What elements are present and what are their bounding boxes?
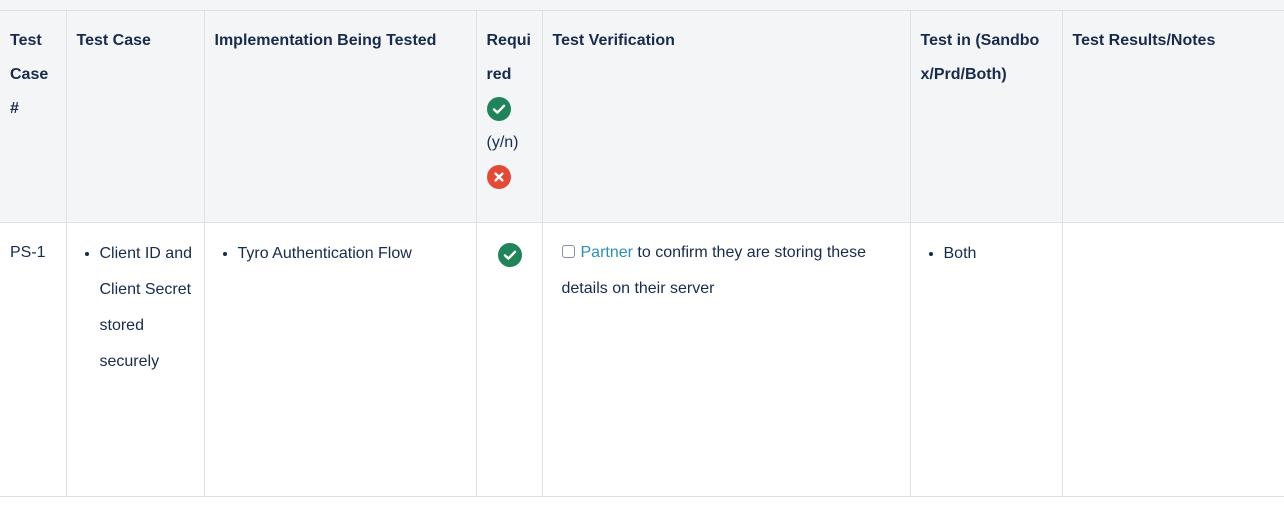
cell-results bbox=[1061, 222, 1284, 497]
header-test-case-number: Test Case # bbox=[0, 10, 67, 223]
header-verification: Test Verification bbox=[541, 10, 911, 223]
cross-circle-icon bbox=[486, 164, 511, 189]
table-row: PS-1 Client ID and Client Secret stored … bbox=[0, 222, 1284, 497]
cell-required bbox=[475, 222, 543, 497]
list-item: Both bbox=[944, 235, 1053, 272]
test-case-list: Client ID and Client Secret stored secur… bbox=[77, 235, 195, 380]
case-number: PS-1 bbox=[10, 244, 46, 261]
header-results: Test Results/Notes bbox=[1061, 10, 1284, 223]
header-verification-label: Test Verification bbox=[552, 32, 675, 49]
list-item: Tyro Authentication Flow bbox=[238, 235, 467, 272]
cell-case-number: PS-1 bbox=[0, 222, 67, 497]
header-test-case-label: Test Case bbox=[76, 32, 151, 49]
test-case-table: Test Case # Test Case Implementation Bei… bbox=[0, 10, 1284, 497]
header-implementation: Implementation Being Tested bbox=[203, 10, 477, 223]
check-circle-icon bbox=[497, 243, 522, 268]
cell-test-in: Both bbox=[909, 222, 1063, 497]
cell-verification: Partner to confirm they are storing thes… bbox=[541, 222, 911, 497]
cell-implementation: Tyro Authentication Flow bbox=[203, 222, 477, 497]
check-circle-icon bbox=[486, 96, 511, 121]
header-required-label: Required bbox=[486, 32, 531, 83]
header-test-in-label: Test in (Sandbox/Prd/Both) bbox=[920, 32, 1040, 83]
header-test-in: Test in (Sandbox/Prd/Both) bbox=[909, 10, 1063, 223]
page: Test Case # Test Case Implementation Bei… bbox=[0, 0, 1284, 523]
table-header-row: Test Case # Test Case Implementation Bei… bbox=[0, 10, 1284, 223]
implementation-list: Tyro Authentication Flow bbox=[215, 235, 467, 272]
test-in-list: Both bbox=[921, 235, 1053, 272]
list-item: Client ID and Client Secret stored secur… bbox=[100, 235, 195, 380]
header-required-yn: (y/n) bbox=[486, 134, 519, 151]
task-checkbox[interactable] bbox=[561, 245, 575, 258]
cell-test-case: Client ID and Client Secret stored secur… bbox=[65, 222, 205, 497]
partner-link[interactable]: Partner bbox=[581, 244, 633, 261]
header-test-case: Test Case bbox=[65, 10, 205, 223]
header-test-case-number-label: Test Case # bbox=[10, 32, 49, 117]
header-required: Required (y/n) bbox=[475, 10, 543, 223]
header-results-label: Test Results/Notes bbox=[1072, 32, 1216, 49]
header-implementation-label: Implementation Being Tested bbox=[214, 32, 437, 49]
